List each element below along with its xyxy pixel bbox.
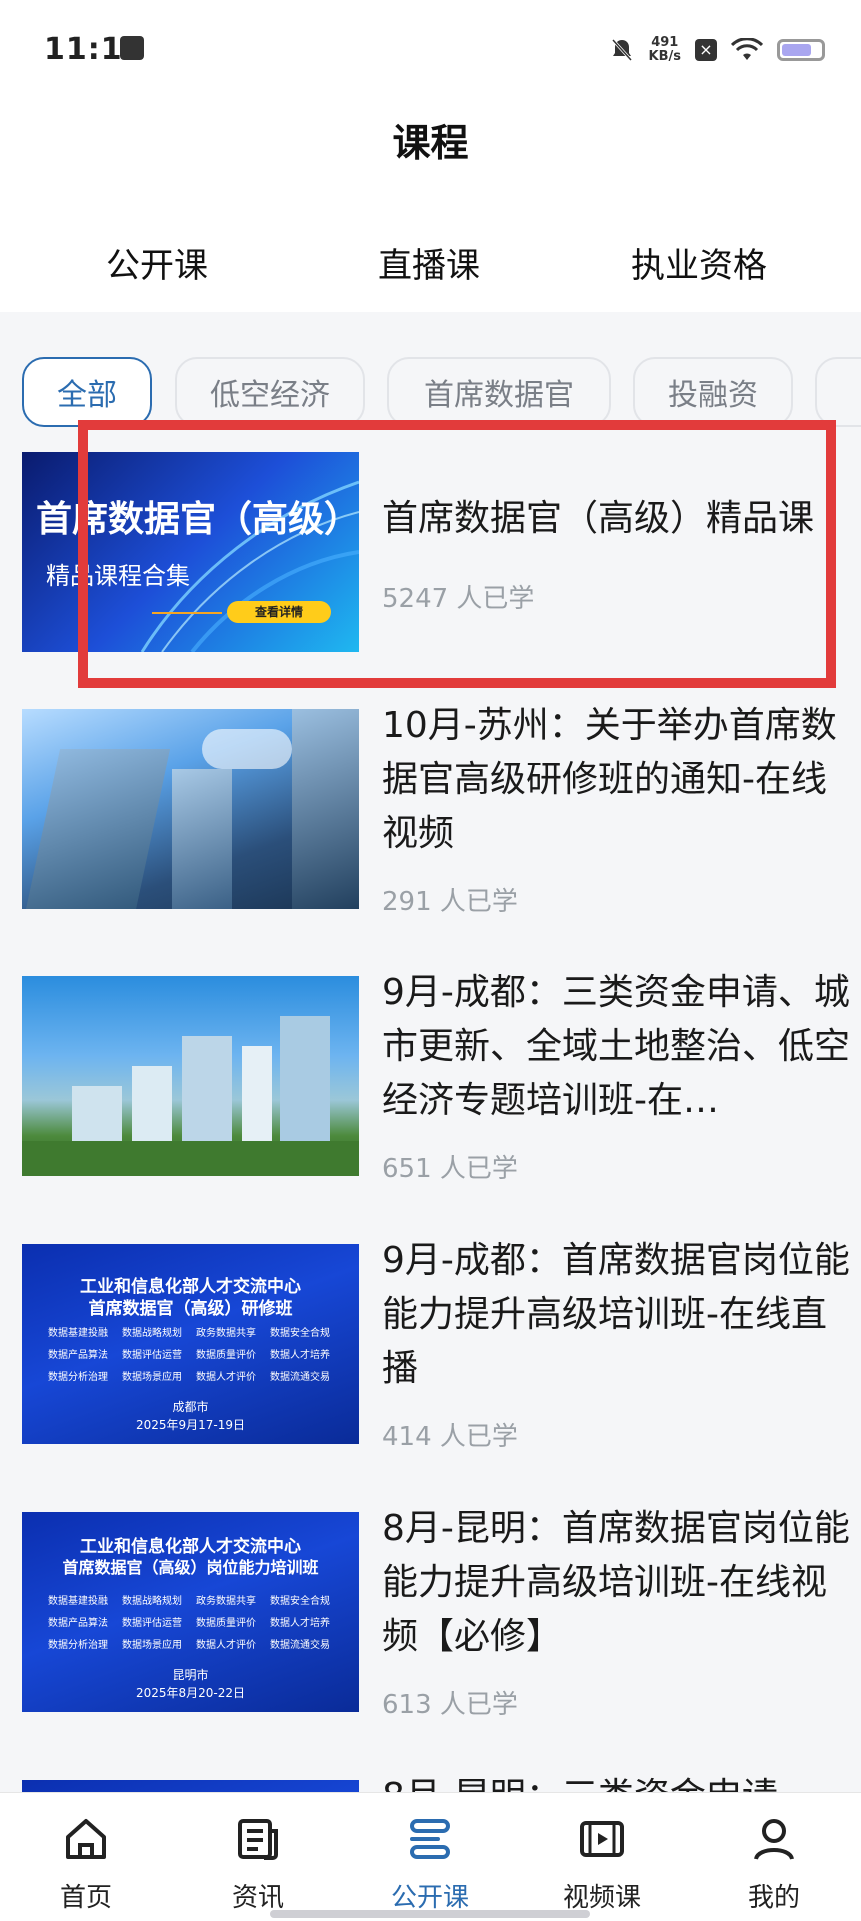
status-icons: 491 KB/s × [609, 30, 825, 70]
thumb-topic: 数据质量评价 [196, 1618, 256, 1629]
thumb-city: 成都市 [172, 1400, 209, 1414]
learner-count: 414 人已学 [382, 1422, 518, 1452]
thumb-topic: 数据分析治理 [48, 1372, 108, 1383]
thumb-topic: 数据流通交易 [270, 1372, 330, 1383]
nav-label: 视频课 [562, 1883, 641, 1913]
network-speed-unit: KB/s [648, 49, 681, 64]
thumb-topic: 数据分析治理 [48, 1640, 108, 1651]
news-icon [238, 1819, 278, 1860]
nav-open-course[interactable]: 公开课 [344, 1793, 516, 1921]
course-thumbnail [22, 709, 359, 909]
nav-label: 我的 [747, 1883, 800, 1913]
thumb-title: 首席数据官（高级）岗位能力培训班 [62, 1558, 319, 1577]
thumb-topic: 数据人才评价 [196, 1372, 256, 1383]
nav-profile[interactable]: 我的 [688, 1793, 860, 1921]
network-speed-value: 491 [651, 35, 679, 50]
thumb-date: 2025年8月20-22日 [135, 1686, 246, 1700]
course-thumbnail [22, 1780, 359, 1792]
status-bar: 11:12 491 KB/s × [0, 0, 861, 100]
course-title: 8月-昆明：首席数据官岗位能能力提升高级培训班-在线视频【必修】 [382, 1508, 850, 1657]
highlight-box [78, 420, 836, 688]
thumb-topic: 数据产品算法 [48, 1618, 108, 1629]
nav-label: 首页 [59, 1883, 112, 1913]
course-item[interactable]: 工业和信息化部人才交流中心 首席数据官（高级）研修班 数据基建投融 数据战略规划… [22, 1240, 850, 1452]
course-item[interactable]: 10月-苏州：关于举办首席数据官高级研修班的通知-在线视频 291 人已学 [22, 705, 848, 917]
top-tabs: 公开课 直播课 执业资格 [0, 238, 861, 298]
thumb-topic: 数据人才评价 [196, 1640, 256, 1651]
nav-news[interactable]: 资讯 [172, 1793, 344, 1921]
wifi-icon [731, 38, 763, 60]
home-icon [66, 1819, 106, 1859]
learner-count: 613 人已学 [382, 1690, 518, 1720]
tab-license-qualification[interactable]: 执业资格 [631, 238, 767, 287]
chip-investment-financing[interactable]: 投融资 [633, 357, 793, 427]
course-title: 10月-苏州：关于举办首席数据官高级研修班的通知-在线视频 [382, 705, 837, 854]
course-thumbnail: 工业和信息化部人才交流中心 首席数据官（高级）岗位能力培训班 数据基建投融 数据… [22, 1512, 359, 1712]
thumb-city: 昆明市 [172, 1668, 209, 1682]
thumb-topic: 数据战略规划 [122, 1596, 182, 1607]
learner-count: 291 人已学 [382, 887, 518, 917]
category-chips: 全部 低空经济 首席数据官 投融资 [22, 357, 861, 427]
thumb-topic: 数据评估运营 [122, 1350, 182, 1361]
course-item[interactable]: 工业和信息化部人才交流中心 首席数据官（高级）岗位能力培训班 数据基建投融 数据… [22, 1508, 850, 1720]
thumb-topic: 数据人才培养 [270, 1618, 330, 1629]
message-notification-icon [120, 36, 144, 60]
course-item[interactable]: 9月-成都：三类资金申请、城市更新、全域土地整治、低空经济专题培训班-在… 65… [22, 972, 850, 1184]
thumb-title: 首席数据官（高级）研修班 [88, 1299, 293, 1319]
course-title: 9月-成都：首席数据官岗位能能力提升高级培训班-在线直播 [382, 1240, 850, 1389]
video-course-icon [580, 1821, 624, 1857]
profile-icon [754, 1819, 794, 1860]
nav-label: 资讯 [231, 1883, 284, 1913]
open-course-icon [410, 1819, 450, 1859]
bell-off-icon [611, 38, 632, 62]
thumb-topic: 数据安全合规 [270, 1328, 330, 1339]
course-title: 9月-成都：三类资金申请、城市更新、全域土地整治、低空经济专题培训班-在… [382, 972, 851, 1121]
learner-count: 651 人已学 [382, 1154, 518, 1184]
thumb-topic: 数据产品算法 [48, 1350, 108, 1361]
nav-home[interactable]: 首页 [0, 1793, 172, 1921]
nav-video-course[interactable]: 视频课 [516, 1793, 688, 1921]
thumb-topic: 数据战略规划 [122, 1328, 182, 1339]
home-indicator [270, 1910, 590, 1918]
tab-open-course[interactable]: 公开课 [106, 238, 208, 287]
bottom-nav: 首页 资讯 公开课 视频课 我的 [0, 1792, 861, 1921]
thumb-topic: 数据质量评价 [196, 1350, 256, 1361]
page-title: 课程 [392, 121, 469, 165]
course-title: 8月-昆明：三类资金申请 [382, 1770, 852, 1792]
thumb-date: 2025年9月17-19日 [135, 1418, 246, 1432]
chip-chief-data-officer[interactable]: 首席数据官 [387, 357, 611, 427]
course-item[interactable]: 8月-昆明：三类资金申请 [22, 1776, 848, 1792]
nav-label: 公开课 [390, 1883, 469, 1913]
thumb-topic: 政务数据共享 [196, 1596, 256, 1607]
thumb-topic: 数据基建投融 [48, 1328, 108, 1339]
course-thumbnail [22, 976, 359, 1176]
network-speed: 491 KB/s [649, 36, 681, 64]
thumb-topic: 数据流通交易 [270, 1640, 330, 1651]
chip-more[interactable] [815, 357, 861, 427]
thumb-topic: 数据场景应用 [122, 1640, 182, 1651]
thumb-topic: 政务数据共享 [196, 1328, 256, 1339]
battery-icon [777, 39, 825, 61]
thumb-topic: 数据场景应用 [122, 1372, 182, 1383]
tab-live-course[interactable]: 直播课 [378, 238, 480, 287]
thumb-topic: 数据人才培养 [270, 1350, 330, 1361]
thumb-topic: 数据安全合规 [270, 1596, 330, 1607]
chip-all[interactable]: 全部 [22, 357, 152, 427]
course-thumbnail: 工业和信息化部人才交流中心 首席数据官（高级）研修班 数据基建投融 数据战略规划… [22, 1244, 359, 1444]
thumb-topic: 数据评估运营 [122, 1618, 182, 1629]
thumb-topic: 数据基建投融 [48, 1596, 108, 1607]
chip-low-altitude-economy[interactable]: 低空经济 [175, 357, 365, 427]
no-sim-icon: × [695, 39, 717, 61]
